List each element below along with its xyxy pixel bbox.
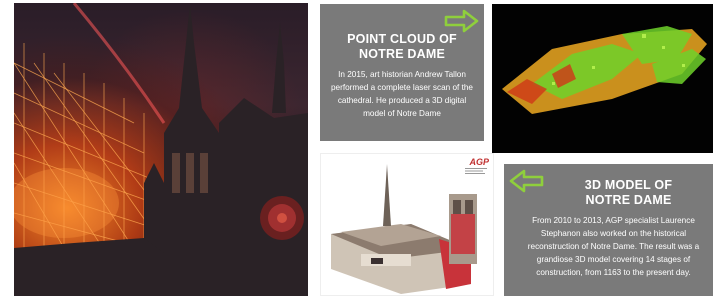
point-cloud-render <box>502 26 707 114</box>
3d-model-title-line2: NOTRE DAME <box>585 193 672 207</box>
3d-model-description: From 2010 to 2013, AGP specialist Lauren… <box>527 216 700 277</box>
arrow-right-icon <box>444 8 480 39</box>
notre-dame-fire-photo <box>14 3 308 296</box>
3d-model-title-line1: 3D MODEL OF <box>584 178 673 192</box>
fire-scene-illustration <box>14 3 308 296</box>
point-cloud-description: In 2015, art historian Andrew Tallon per… <box>331 70 473 118</box>
agp-logo-subtitle <box>465 167 489 175</box>
3d-cathedral-render <box>331 164 477 294</box>
arrow-left-icon <box>508 168 544 199</box>
3d-model-image: AGP <box>320 153 494 296</box>
point-cloud-title-line2: NOTRE DAME <box>358 47 446 61</box>
point-cloud-image <box>492 4 713 153</box>
agp-logo-mark: AGP <box>469 157 489 167</box>
agp-logo: AGP <box>465 157 489 175</box>
3d-model-title: 3D MODEL OF NOTRE DAME <box>522 178 705 208</box>
